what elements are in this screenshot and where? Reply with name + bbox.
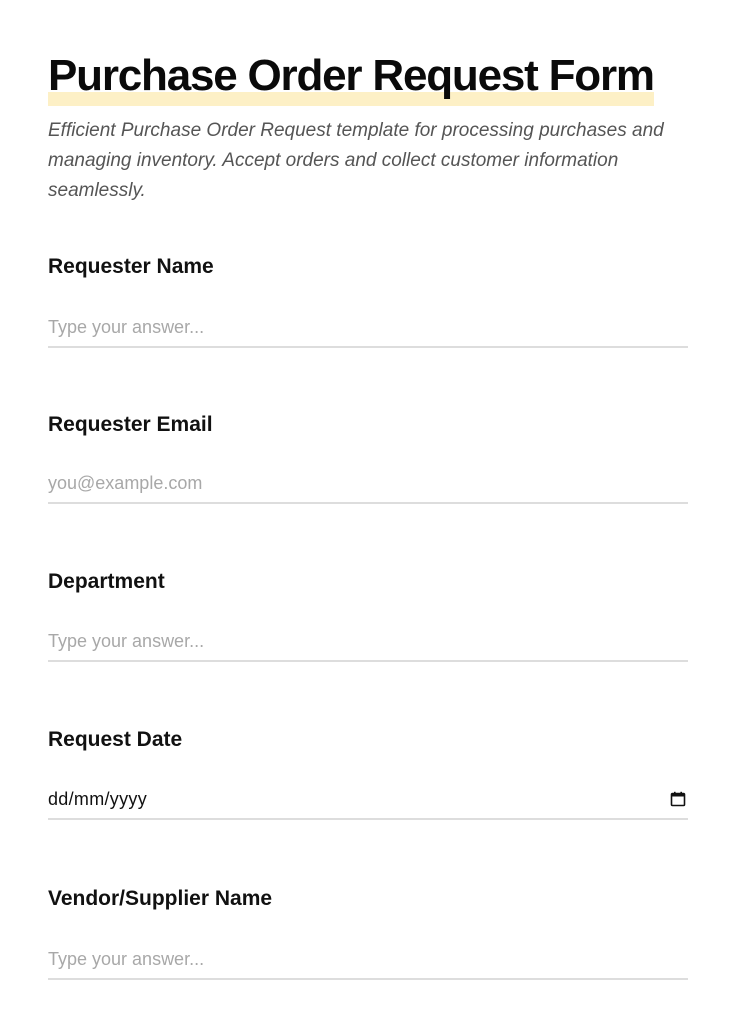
- vendor-supplier-name-label: Vendor/Supplier Name: [48, 887, 273, 910]
- requester-name-label: Requester Name: [48, 255, 214, 278]
- request-date-value: dd/mm/yyyy: [48, 788, 148, 809]
- calendar-icon[interactable]: [670, 791, 686, 807]
- form-description: Efficient Purchase Order Request templat…: [48, 120, 664, 201]
- requester-email-input[interactable]: [48, 464, 688, 504]
- requester-name-input[interactable]: [48, 308, 688, 348]
- vendor-supplier-name-input[interactable]: [48, 940, 688, 980]
- request-date-field: Request Date dd/mm/yyyy: [48, 727, 688, 820]
- form-title: Purchase Order Request Form: [48, 50, 655, 106]
- requester-email-field: Requester Email: [48, 412, 688, 504]
- request-date-input[interactable]: dd/mm/yyyy: [48, 780, 688, 820]
- department-field: Department: [48, 569, 688, 662]
- request-date-label: Request Date: [48, 728, 183, 751]
- requester-name-field: Requester Name: [48, 254, 688, 348]
- department-input[interactable]: [48, 622, 688, 662]
- requester-email-label: Requester Email: [48, 413, 213, 436]
- form-page: Purchase Order Request Form Efficient Pu…: [0, 0, 736, 1024]
- vendor-supplier-name-field: Vendor/Supplier Name: [48, 886, 688, 980]
- department-label: Department: [48, 570, 165, 593]
